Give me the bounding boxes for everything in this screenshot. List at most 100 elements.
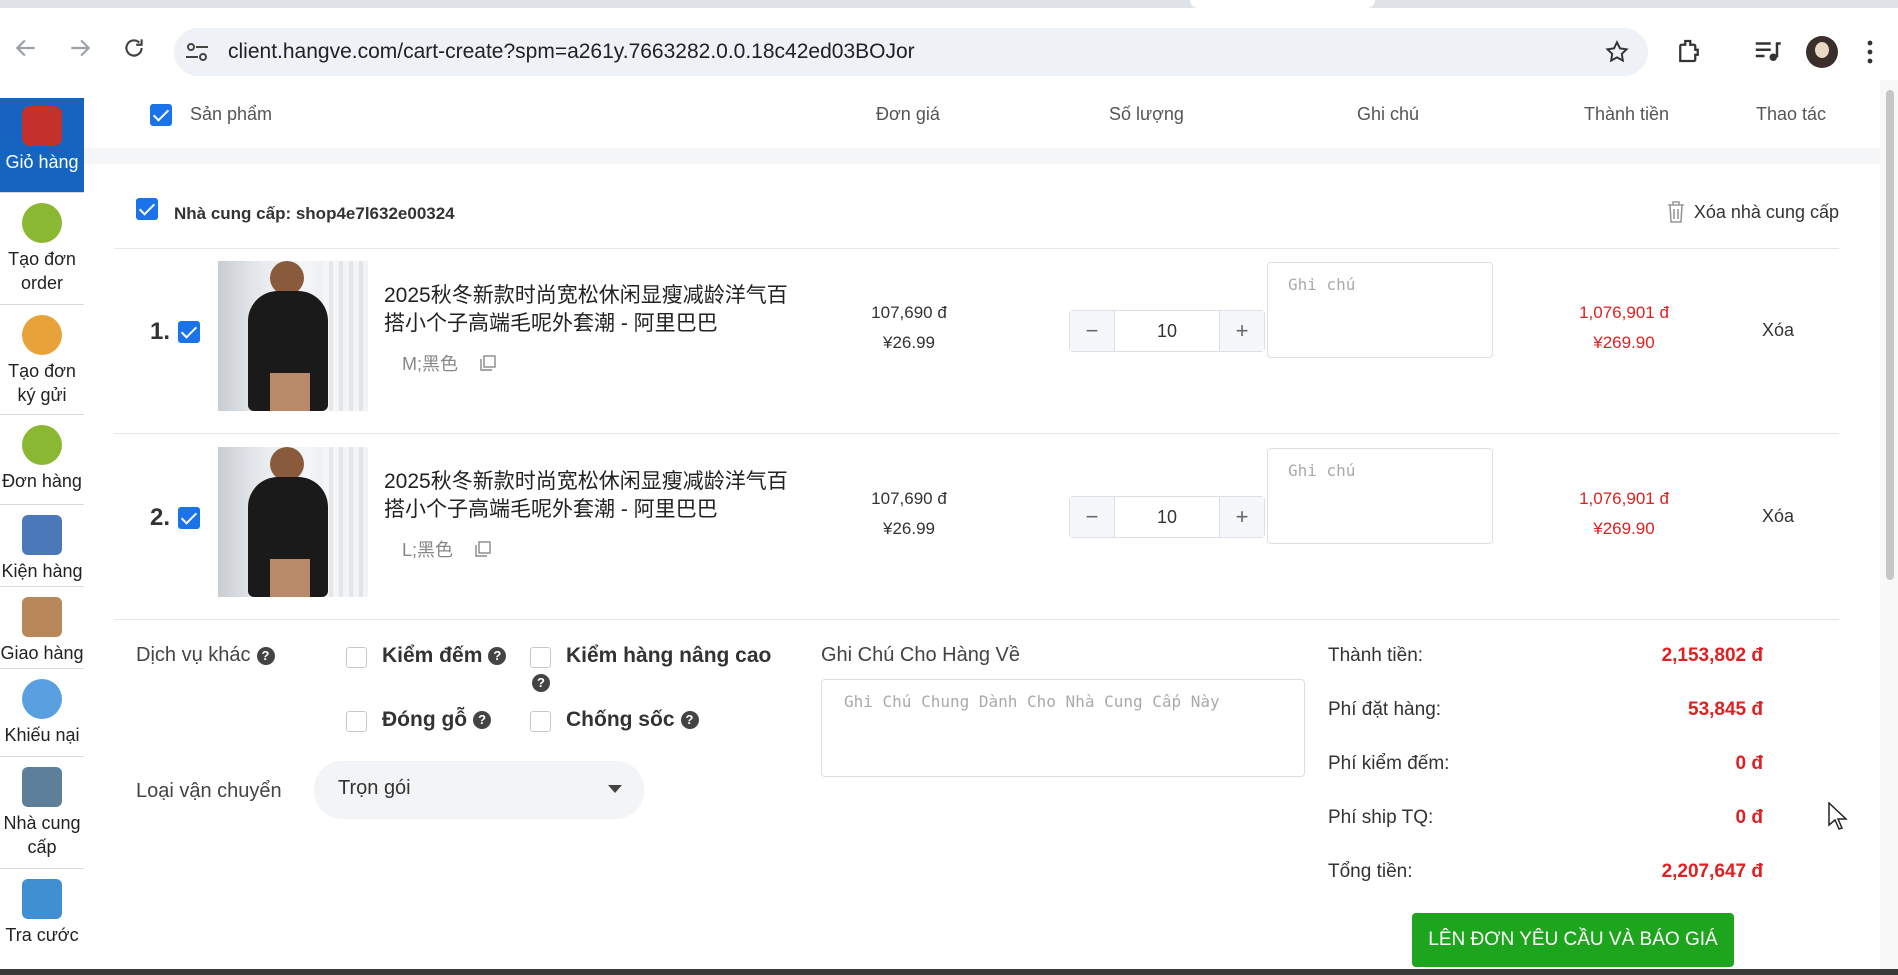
- mouse-cursor-icon: [1828, 802, 1848, 830]
- cart-item-row: 1. 2025秋冬新款时尚宽松休闲显瘦减龄洋气百搭小个子高端毛呢外套潮 - 阿里…: [114, 248, 1839, 434]
- item-index: 2.: [150, 504, 171, 531]
- wood-packing-option[interactable]: Đóng gỗ?: [382, 708, 492, 732]
- variant-text: M;黑色: [402, 354, 458, 374]
- product-variant: M;黑色: [402, 350, 496, 376]
- quantity-stepper: − 10 +: [1069, 310, 1265, 352]
- advanced-check-checkbox[interactable]: [530, 647, 551, 668]
- chevron-down-icon: [608, 785, 622, 793]
- decrease-quantity-button[interactable]: −: [1070, 311, 1115, 351]
- select-all-checkbox[interactable]: [150, 104, 172, 126]
- unit-price: 107,690 đ ¥26.99: [854, 298, 964, 358]
- help-icon[interactable]: ?: [680, 711, 699, 730]
- sidebar-item-label: Kiện hàng: [1, 561, 83, 581]
- count-option[interactable]: Kiểm đếm?: [382, 644, 507, 668]
- shockproof-option[interactable]: Chống sốc?: [566, 708, 699, 732]
- item-checkbox[interactable]: [178, 507, 200, 529]
- delete-supplier-button[interactable]: Xóa nhà cung cấp: [1666, 200, 1839, 224]
- delete-item-button[interactable]: Xóa: [1762, 506, 1794, 527]
- unit-price-vnd: 107,690 đ: [871, 303, 947, 322]
- general-note-textarea[interactable]: Ghi Chú Chung Dành Cho Nhà Cung Cấp Này: [821, 679, 1305, 777]
- active-tab[interactable]: [1190, 0, 1375, 8]
- sidebar-item-label: Giao hàng: [0, 643, 84, 663]
- sidebar-item-cart[interactable]: Giỏ hàng: [0, 98, 84, 193]
- browser-menu-icon[interactable]: [1866, 38, 1874, 66]
- product-title-link[interactable]: 2025秋冬新款时尚宽松休闲显瘦减龄洋气百搭小个子高端毛呢外套潮 - 阿里巴巴: [384, 468, 789, 524]
- order-form-icon: [22, 203, 62, 243]
- wood-label: Đóng gỗ: [382, 708, 468, 731]
- help-icon[interactable]: ?: [532, 674, 550, 692]
- sidebar-item-complaints[interactable]: Khiếu nại: [0, 669, 84, 757]
- extensions-icon[interactable]: [1674, 36, 1704, 66]
- sidebar-item-label: Tạo đơn ký gửi: [8, 361, 76, 405]
- item-amount-vnd: 1,076,901 đ: [1579, 489, 1669, 508]
- china-ship-fee-label: Phí ship TQ:: [1328, 807, 1434, 828]
- copy-icon[interactable]: [480, 355, 496, 371]
- complaint-icon: [22, 679, 62, 719]
- cart-item-row: 2. 2025秋冬新款时尚宽松休闲显瘦减龄洋气百搭小个子高端毛呢外套潮 - 阿里…: [114, 434, 1839, 620]
- product-variant: L;黑色: [402, 536, 491, 562]
- shockproof-label: Chống sốc: [566, 708, 675, 731]
- sidebar-item-suppliers[interactable]: Nhà cung cấp: [0, 757, 84, 869]
- item-checkbox[interactable]: [178, 321, 200, 343]
- reload-icon[interactable]: [114, 28, 154, 68]
- help-icon[interactable]: ?: [488, 647, 507, 666]
- header-unit-price: Đơn giá: [876, 104, 940, 124]
- fee-search-icon: [22, 879, 62, 919]
- sidebar-item-label: Tra cước: [5, 925, 79, 945]
- profile-avatar[interactable]: [1806, 36, 1838, 68]
- wood-packing-checkbox[interactable]: [346, 711, 367, 732]
- sidebar-item-create-order[interactable]: Tạo đơn order: [0, 193, 84, 305]
- product-image[interactable]: [218, 261, 368, 411]
- shockproof-checkbox[interactable]: [530, 711, 551, 732]
- product-image[interactable]: [218, 447, 368, 597]
- sidebar-item-label: Tạo đơn order: [8, 249, 76, 293]
- url-text[interactable]: client.hangve.com/cart-create?spm=a261y.…: [228, 40, 915, 64]
- supplier-checkbox[interactable]: [136, 198, 158, 220]
- advanced-check-option[interactable]: Kiểm hàng nâng cao: [566, 644, 771, 668]
- sidebar-item-fee-lookup[interactable]: Tra cước: [0, 869, 84, 975]
- delivery-box-icon: [22, 597, 62, 637]
- shipping-type-select[interactable]: Trọn gói: [314, 761, 644, 819]
- unit-price-vnd: 107,690 đ: [871, 489, 947, 508]
- variant-text: L;黑色: [402, 540, 454, 560]
- help-icon[interactable]: ?: [473, 711, 492, 730]
- back-icon[interactable]: [6, 28, 46, 68]
- quantity-input[interactable]: 10: [1114, 311, 1220, 351]
- grand-total-label: Tổng tiền:: [1328, 861, 1413, 882]
- cart-icon: [22, 106, 62, 146]
- item-amount-cny: ¥269.90: [1593, 333, 1655, 352]
- increase-quantity-button[interactable]: +: [1219, 311, 1264, 351]
- forward-icon[interactable]: [60, 28, 100, 68]
- delete-item-button[interactable]: Xóa: [1762, 320, 1794, 341]
- supplier-row: Nhà cung cấp: shop4e7l632e00324 Xóa nhà …: [114, 180, 1839, 249]
- submit-order-button[interactable]: LÊN ĐƠN YÊU CẦU VÀ BÁO GIÁ: [1412, 913, 1734, 967]
- media-control-icon[interactable]: [1752, 36, 1782, 66]
- sidebar-item-orders[interactable]: Đơn hàng: [0, 415, 84, 505]
- sidebar-item-consignment[interactable]: Tạo đơn ký gửi: [0, 305, 84, 415]
- scrollbar-thumb[interactable]: [1886, 90, 1894, 580]
- subtotal-value: 2,153,802 đ: [1661, 645, 1763, 666]
- quantity-input[interactable]: 10: [1114, 497, 1220, 537]
- count-fee-label: Phí kiểm đếm:: [1328, 753, 1450, 774]
- help-icon[interactable]: ?: [256, 646, 275, 665]
- count-label: Kiểm đếm: [382, 644, 483, 667]
- sidebar-item-delivery[interactable]: Giao hàng: [0, 587, 84, 669]
- sidebar-item-packages[interactable]: Kiện hàng: [0, 505, 84, 587]
- shipping-type-label: Loại vận chuyển: [136, 780, 282, 802]
- item-note-textarea[interactable]: Ghi chú: [1267, 262, 1493, 358]
- product-title-link[interactable]: 2025秋冬新款时尚宽松休闲显瘦减龄洋气百搭小个子高端毛呢外套潮 - 阿里巴巴: [384, 282, 789, 338]
- count-checkbox[interactable]: [346, 647, 367, 668]
- other-services-text: Dịch vụ khác: [136, 644, 251, 666]
- item-index: 1.: [150, 318, 171, 345]
- general-note-title: Ghi Chú Cho Hàng Về: [821, 644, 1021, 666]
- order-fee-label: Phí đặt hàng:: [1328, 699, 1442, 720]
- copy-icon[interactable]: [475, 541, 491, 557]
- bookmark-star-icon[interactable]: [1604, 39, 1630, 65]
- increase-quantity-button[interactable]: +: [1219, 497, 1264, 537]
- page-scrollbar[interactable]: [1880, 80, 1898, 975]
- address-bar[interactable]: client.hangve.com/cart-create?spm=a261y.…: [174, 28, 1648, 76]
- site-settings-icon[interactable]: [184, 40, 210, 64]
- count-fee-value: 0 đ: [1735, 753, 1763, 774]
- decrease-quantity-button[interactable]: −: [1070, 497, 1115, 537]
- item-note-textarea[interactable]: Ghi chú: [1267, 448, 1493, 544]
